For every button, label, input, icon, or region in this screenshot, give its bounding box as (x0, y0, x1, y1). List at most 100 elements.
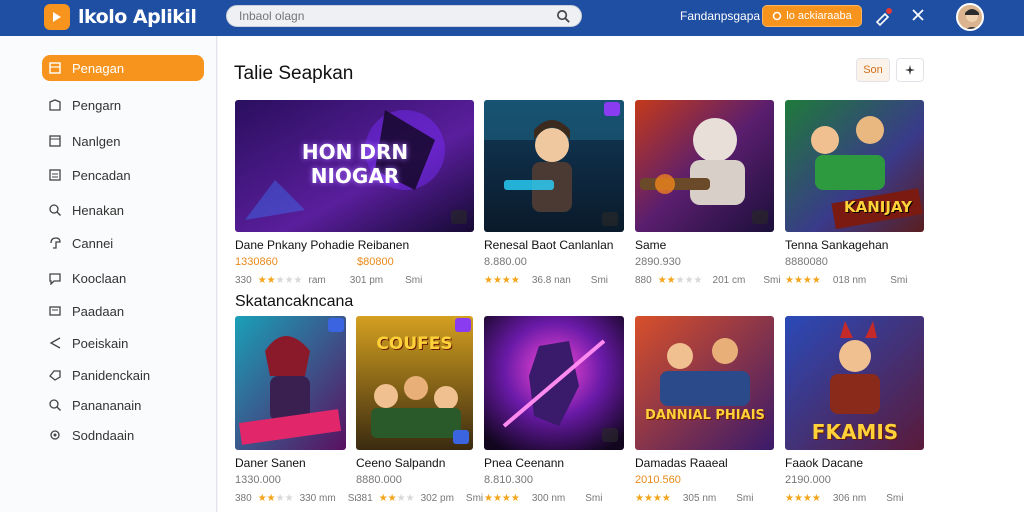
game-thumbnail[interactable]: KANIJAY (785, 100, 924, 232)
thumbnail-title: KANIJAY (844, 198, 912, 216)
search-bar[interactable] (226, 5, 582, 27)
card-meta: 381 ★★★★ 302 pm Smi (356, 493, 483, 504)
home-icon (49, 99, 61, 111)
header-link[interactable]: Fandanpsgapa (680, 9, 760, 23)
game-card[interactable]: FKAMIS Faaok Dacane 2190.000 ★★★★ 306 nm… (785, 316, 924, 512)
section-title: Skatancakncana (235, 293, 354, 310)
sidebar-item-panidenckain[interactable]: Panidenckain (42, 362, 204, 388)
header-cta-button[interactable]: lo ackiaraaba (762, 5, 862, 27)
card-meta: 880 ★★★★★ 201 cm Smi (635, 275, 781, 286)
search-icon[interactable] (556, 9, 571, 29)
card-price: 2190.000 (785, 474, 831, 486)
game-card[interactable]: Pnea Ceenann 8.810.300 ★★★★ 300 nm Smi (484, 316, 624, 512)
meta-value: Smi (585, 493, 603, 504)
meta-value: Smi (763, 275, 781, 286)
top-bar: lkolo Aplikil Fandanpsgapa lo ackiaraaba (0, 0, 1024, 36)
meta-value: 330 (235, 275, 252, 286)
gear-icon (773, 11, 782, 21)
meta-value: 380 (235, 493, 252, 504)
meta-value: Smi (890, 275, 908, 286)
document-icon (49, 135, 61, 147)
sidebar-item-label: Paadaan (72, 303, 125, 319)
sidebar-item-label: Nanlgen (72, 133, 121, 149)
card-price: 8.880.00 (484, 256, 527, 268)
card-title: Renesal Baot Canlanlan (484, 238, 614, 252)
card-title: Pnea Ceenann (484, 456, 565, 470)
card-meta: ★★★★ 305 nm Smi (635, 493, 753, 504)
logo-icon (44, 4, 70, 30)
section-title: Talie Seapkan (234, 63, 354, 84)
meta-value: Smi (590, 275, 609, 286)
card-price-alt: $80800 (357, 256, 394, 268)
card-meta: ★★★★ 36.8 nan Smi (484, 275, 608, 286)
card-price: 2010.560 (635, 474, 681, 486)
rating-stars: ★★★★ (378, 493, 415, 504)
app-name: lkolo Aplikil (78, 6, 197, 28)
card-title: Ceeno Salpandn (356, 456, 446, 470)
rating-stars: ★★★★★ (257, 275, 303, 286)
tag-chip (451, 210, 467, 224)
search-icon (49, 399, 61, 411)
sidebar-item-label: Panananain (72, 397, 142, 413)
meta-value: 201 cm (712, 275, 746, 286)
avatar[interactable] (956, 3, 984, 31)
card-meta: ★★★★ 306 nm Smi (785, 493, 903, 504)
card-price: 8880080 (785, 256, 828, 268)
search-input[interactable] (227, 6, 527, 26)
sidebar-item-cannei[interactable]: Cannei (42, 230, 204, 256)
square-icon (49, 62, 61, 74)
sidebar-item-nanlgen[interactable]: Nanlgen (42, 128, 204, 154)
sidebar-item-paadaan[interactable]: Paadaan (42, 298, 204, 324)
card-price: 8880.000 (356, 474, 402, 486)
game-card[interactable]: DANNIAL PHIAIS Damadas Raaeal 2010.560 ★… (635, 316, 774, 512)
sidebar-item-pengarn[interactable]: Pengarn (42, 92, 204, 118)
card-meta: 380 ★★★★ 330 mm Smi (235, 493, 365, 504)
card-title: Damadas Raaeal (635, 456, 728, 470)
message-icon (49, 306, 61, 316)
sidebar-item-poeiskain[interactable]: Poeiskain (42, 330, 204, 356)
card-title: Faaok Dacane (785, 456, 864, 470)
game-thumbnail[interactable]: HON DRN NIOGAR (235, 100, 474, 232)
meta-value: Smi (405, 275, 423, 286)
rating-stars: ★★★★ (257, 493, 294, 504)
game-thumbnail[interactable]: FKAMIS (785, 316, 924, 450)
sidebar-item-penagan[interactable]: Penagan (42, 55, 204, 81)
game-card[interactable]: Daner Sanen 1330.000 380 ★★★★ 330 mm Smi (235, 316, 365, 512)
app-logo[interactable]: lkolo Aplikil (44, 4, 197, 30)
sidebar-item-henakan[interactable]: Henakan (42, 197, 204, 223)
sidebar-item-label: Henakan (72, 202, 125, 218)
card-price: 8.810.300 (484, 474, 533, 486)
game-card[interactable]: COUFES Ceeno Salpandn 8880.000 381 ★★★★ … (356, 316, 483, 512)
game-card[interactable]: KANIJAY Tenna Sankagehan 8880080 ★★★★ 01… (785, 100, 924, 290)
sort-button[interactable]: Son (856, 58, 890, 82)
rating-stars: ★★★★ (785, 275, 821, 286)
game-thumbnail[interactable] (235, 316, 346, 450)
card-title: Same (635, 238, 667, 252)
meta-value: 330 mm (299, 493, 336, 504)
game-card[interactable]: Renesal Baot Canlanlan 8.880.00 ★★★★ 36.… (484, 100, 624, 290)
close-icon[interactable] (910, 7, 926, 28)
filter-button[interactable] (896, 58, 924, 82)
game-thumbnail[interactable] (635, 100, 774, 232)
card-price: 2890.930 (635, 256, 681, 268)
tag-chip (455, 318, 471, 332)
game-thumbnail[interactable] (484, 100, 624, 232)
game-thumbnail[interactable] (484, 316, 624, 450)
game-thumbnail[interactable]: DANNIAL PHIAIS (635, 316, 774, 450)
rating-stars: ★★★★ (785, 493, 821, 504)
game-thumbnail[interactable]: COUFES (356, 316, 473, 450)
game-card[interactable]: Same 2890.930 880 ★★★★★ 201 cm Smi (635, 100, 781, 290)
sidebar-item-panananain[interactable]: Panananain (42, 392, 204, 418)
thumbnail-title: HON DRN NIOGAR (301, 140, 409, 188)
list-icon (49, 169, 61, 181)
thumbnail-title: FKAMIS (811, 420, 899, 444)
chat-icon (49, 273, 61, 285)
game-card[interactable]: HON DRN NIOGAR Dane Pnkany Pohadie Reiba… (235, 100, 474, 290)
meta-value: Smi (886, 493, 904, 504)
notification-icon[interactable] (874, 7, 894, 32)
sidebar-item-pencadan[interactable]: Pencadan (42, 162, 204, 188)
sidebar-item-label: Sodndaain (72, 427, 135, 443)
sidebar-item-kooclaan[interactable]: Kooclaan (42, 265, 204, 291)
sidebar-item-sodndaain[interactable]: Sodndaain (42, 422, 204, 448)
meta-value: Smi (736, 493, 754, 504)
